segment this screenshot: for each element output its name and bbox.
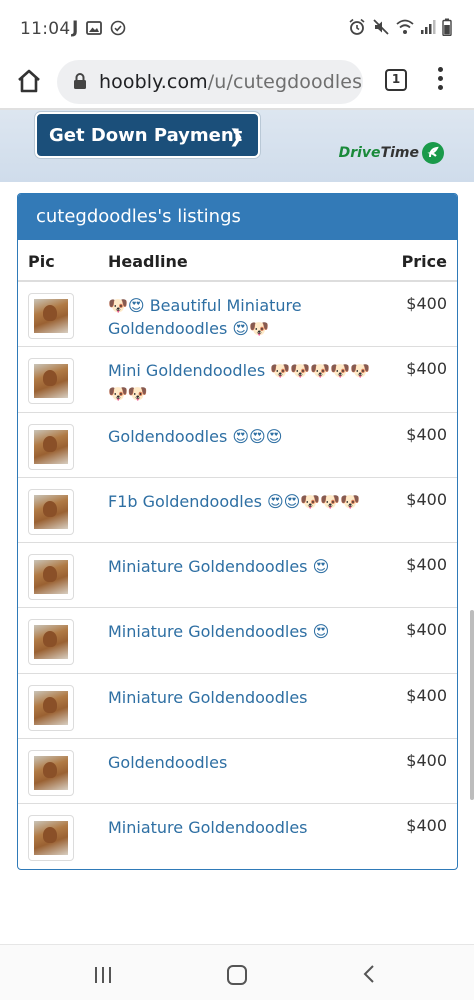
listing-price: $400: [406, 359, 447, 379]
table-row: Goldendoodles $400: [18, 739, 457, 805]
listing-price: $400: [406, 424, 447, 444]
alarm-icon: [349, 18, 365, 35]
listing-headline-link[interactable]: Goldendoodles: [108, 751, 384, 774]
listing-headline-link[interactable]: Goldendoodles 😍😍😍: [108, 425, 384, 448]
listing-thumbnail[interactable]: [28, 488, 74, 535]
listing-thumbnail[interactable]: [28, 619, 74, 666]
url-path: /u/cutegdoodles: [207, 71, 363, 93]
ad-banner[interactable]: Get Down Payment ❯ DriveTime: [0, 110, 474, 182]
listing-thumbnail[interactable]: [28, 423, 74, 470]
listing-headline-link[interactable]: Miniature Goldendoodles 😍: [108, 620, 384, 643]
status-right-icons: [348, 18, 452, 36]
url-domain: hoobly.com: [99, 71, 208, 93]
ad-brand-logo: DriveTime: [339, 142, 444, 164]
listing-thumbnail[interactable]: [28, 554, 74, 601]
status-left-icons: J: [72, 18, 126, 38]
puppy-photo: [34, 364, 68, 399]
puppy-photo: [34, 756, 68, 791]
image-icon: [86, 21, 103, 35]
listing-thumbnail[interactable]: [28, 815, 74, 862]
column-header-price: Price: [401, 252, 447, 271]
puppy-photo: [34, 429, 68, 464]
column-header-pic: Pic: [28, 252, 55, 271]
status-time: 11:04: [20, 19, 71, 39]
listing-price: $400: [406, 555, 447, 575]
ad-brand-name: DriveTime: [339, 145, 419, 161]
puppy-photo: [34, 299, 68, 333]
listing-headline-link[interactable]: Mini Goldendoodles 🐶🐶🐶🐶🐶🐶🐶: [108, 359, 384, 405]
address-bar[interactable]: hoobly.com/u/cutegdoodles: [57, 60, 363, 104]
listing-price: $400: [406, 489, 447, 509]
puppy-photo: [34, 690, 68, 725]
status-letter: J: [72, 18, 79, 38]
table-row: Miniature Goldendoodles 😍 $400: [18, 543, 457, 609]
signal-icon: [421, 20, 436, 34]
nav-home-icon[interactable]: [227, 965, 247, 985]
ad-brand-part2: Time: [380, 145, 419, 161]
listing-thumbnail[interactable]: [28, 750, 74, 797]
listing-price: $400: [406, 751, 447, 771]
battery-icon: [442, 18, 452, 36]
status-bar: 11:04 J: [0, 0, 474, 56]
table-row: Miniature Goldendoodles 😍 $400: [18, 608, 457, 674]
lock-icon: [74, 73, 86, 89]
table-row: F1b Goldendoodles 😍😍🐶🐶🐶 $400: [18, 478, 457, 544]
listings-panel: cutegdoodles's listings Pic Headline Pri…: [17, 193, 458, 870]
table-header: Pic Headline Price: [18, 240, 457, 282]
listing-price: $400: [406, 620, 447, 640]
listing-headline-link[interactable]: Miniature Goldendoodles: [108, 686, 384, 709]
listing-thumbnail[interactable]: [28, 684, 74, 731]
home-icon[interactable]: [14, 66, 44, 96]
drivetime-logo-icon: [422, 142, 444, 164]
listing-price: $400: [406, 294, 447, 313]
ad-cta-button[interactable]: Get Down Payment ❯: [35, 112, 260, 158]
back-icon[interactable]: [363, 964, 375, 984]
chevron-right-icon: ❯: [228, 126, 244, 147]
table-row: Miniature Goldendoodles $400: [18, 804, 457, 869]
column-header-headline: Headline: [108, 252, 188, 271]
table-row: Goldendoodles 😍😍😍 $400: [18, 413, 457, 478]
mute-icon: [373, 19, 389, 35]
ad-cta-label: Get Down Payment: [49, 124, 243, 146]
table-row: Mini Goldendoodles 🐶🐶🐶🐶🐶🐶🐶 $400: [18, 347, 457, 413]
ad-brand-part1: Drive: [338, 145, 381, 161]
table-row: 🐶😍 Beautiful Miniature Goldendoodles 😍🐶 …: [18, 282, 457, 348]
listing-thumbnail[interactable]: [28, 293, 74, 339]
url-text: hoobly.com/u/cutegdoodles: [99, 71, 362, 93]
recents-icon[interactable]: [94, 967, 112, 983]
page-scrollbar[interactable]: [470, 610, 474, 800]
listing-headline-link[interactable]: Miniature Goldendoodles 😍: [108, 555, 384, 578]
listing-price: $400: [406, 685, 447, 705]
puppy-photo: [34, 560, 68, 595]
listing-price: $400: [406, 816, 447, 836]
puppy-photo: [34, 625, 68, 660]
listing-thumbnail[interactable]: [28, 358, 74, 405]
listings-title: cutegdoodles's listings: [18, 194, 457, 240]
listing-headline-link[interactable]: Miniature Goldendoodles: [108, 816, 384, 839]
wifi-icon: [396, 19, 414, 34]
overflow-menu-icon[interactable]: [432, 67, 448, 97]
table-row: Miniature Goldendoodles $400: [18, 674, 457, 740]
tab-switcher-button[interactable]: 1: [385, 69, 407, 91]
check-circle-icon: [111, 20, 126, 36]
puppy-photo: [34, 821, 68, 856]
listing-headline-link[interactable]: 🐶😍 Beautiful Miniature Goldendoodles 😍🐶: [108, 294, 384, 340]
puppy-photo: [34, 494, 68, 529]
browser-toolbar: hoobly.com/u/cutegdoodles 1: [0, 56, 474, 108]
system-nav-bar: [0, 944, 474, 1000]
listing-headline-link[interactable]: F1b Goldendoodles 😍😍🐶🐶🐶: [108, 490, 384, 513]
